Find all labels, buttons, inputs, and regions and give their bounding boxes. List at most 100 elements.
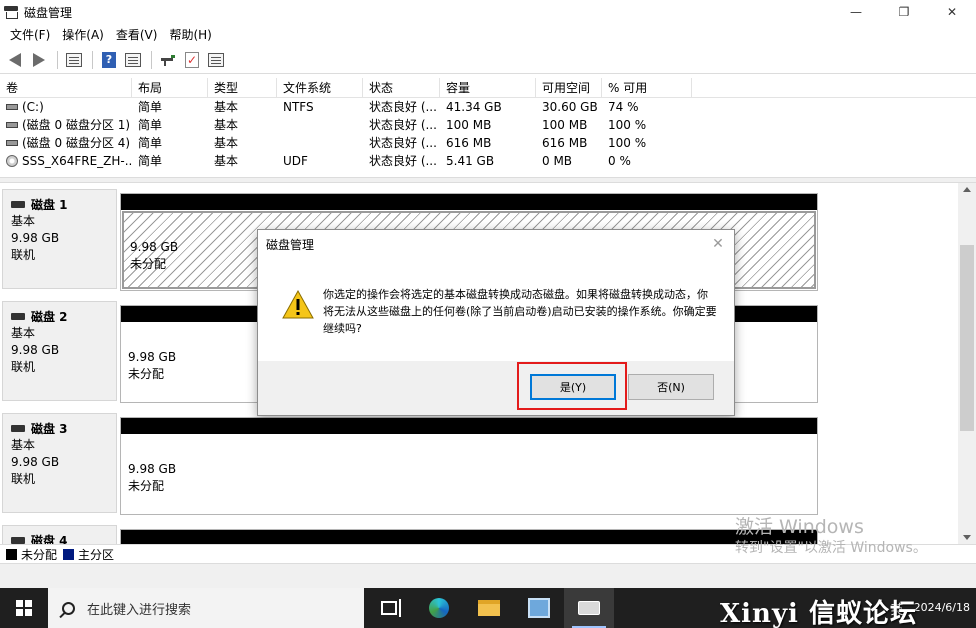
column-header-free[interactable]: 可用空间	[536, 78, 602, 97]
disk-label[interactable]: 磁盘 4	[2, 525, 117, 544]
start-button[interactable]	[0, 588, 48, 628]
clock[interactable]: 2024/6/18	[914, 601, 970, 615]
partition-header-bar	[121, 194, 817, 210]
close-button[interactable]: ✕	[928, 0, 976, 24]
partition-state: 未分配	[128, 479, 165, 493]
column-header-capacity[interactable]: 容量	[440, 78, 536, 97]
scrollbar-thumb[interactable]	[960, 245, 974, 431]
scroll-up-icon[interactable]	[963, 187, 971, 192]
search-icon	[62, 601, 75, 615]
disk-name: 磁盘 3	[31, 421, 68, 436]
properties-icon[interactable]	[63, 49, 85, 71]
menu-bar: 文件(F) 操作(A) 查看(V) 帮助(H)	[0, 24, 976, 46]
table-row[interactable]: (磁盘 0 磁盘分区 1) 简单 基本 状态良好 (... 100 MB 100…	[0, 116, 976, 134]
disk-label[interactable]: 磁盘 1 基本 9.98 GB 联机	[2, 189, 117, 289]
volume-list-header: 卷 布局 类型 文件系统 状态 容量 可用空间 % 可用	[0, 78, 976, 98]
edge-button[interactable]	[414, 588, 464, 628]
volume-percent-free: 74 %	[608, 100, 639, 114]
menu-view[interactable]: 查看(V)	[110, 24, 164, 46]
menu-help[interactable]: 帮助(H)	[163, 24, 217, 46]
disk-size: 9.98 GB	[11, 455, 60, 469]
toolbar-separator	[151, 50, 152, 69]
activation-watermark: 激活 Windows 转到"设置"以激活 Windows。	[735, 515, 927, 557]
column-header-percent-free[interactable]: % 可用	[602, 78, 692, 97]
minimize-button[interactable]: —	[832, 0, 880, 24]
column-header-volume[interactable]: 卷	[0, 78, 132, 97]
legend-swatch-unallocated	[6, 548, 17, 560]
task-view-button[interactable]	[364, 588, 414, 628]
volume-free: 616 MB	[542, 136, 588, 150]
clock-date: 2024/6/18	[913, 601, 970, 614]
disk-icon	[6, 140, 18, 146]
disk-management-taskbar-button[interactable]	[564, 588, 614, 628]
cd-icon	[6, 155, 18, 167]
title-bar: 磁盘管理 — ❐ ✕	[0, 0, 976, 24]
dialog-message: 你选定的操作会将选定的基本磁盘转换成动态磁盘。如果将磁盘转换成动态，你将无法从这…	[323, 288, 717, 335]
volume-layout: 简单	[138, 118, 163, 132]
disk-name: 磁盘 4	[31, 533, 68, 545]
dialog-footer: 是(Y) 否(N)	[258, 361, 734, 415]
column-header-filesystem[interactable]: 文件系统	[277, 78, 363, 97]
check-icon[interactable]: ✓	[181, 49, 203, 71]
volume-name: (磁盘 0 磁盘分区 1)	[22, 118, 131, 132]
table-row[interactable]: (C:) 简单 基本 NTFS 状态良好 (... 41.34 GB 30.60…	[0, 98, 976, 116]
back-icon[interactable]	[4, 49, 26, 71]
menu-action[interactable]: 操作(A)	[56, 24, 110, 46]
forward-icon[interactable]	[28, 49, 50, 71]
volume-list: 卷 布局 类型 文件系统 状态 容量 可用空间 % 可用 (C:) 简单 基本 …	[0, 78, 976, 174]
disk-label[interactable]: 磁盘 3 基本 9.98 GB 联机	[2, 413, 117, 513]
file-explorer-button[interactable]	[464, 588, 514, 628]
volume-type: 基本	[214, 118, 239, 132]
volume-layout: 简单	[138, 100, 163, 114]
menu-file[interactable]: 文件(F)	[4, 24, 56, 46]
convert-dynamic-dialog: 磁盘管理 ✕ 你选定的操作会将选定的基本磁盘转换成动态磁盘。如果将磁盘转换成动态…	[257, 229, 735, 416]
help-icon[interactable]: ?	[98, 49, 120, 71]
disk-icon	[11, 312, 25, 320]
legend-label-primary: 主分区	[78, 547, 115, 562]
disk-management-icon	[3, 5, 19, 19]
volume-capacity: 41.34 GB	[446, 100, 502, 114]
view-icon[interactable]	[122, 49, 144, 71]
unallocated-partition[interactable]	[120, 529, 818, 544]
warning-icon	[282, 290, 314, 319]
volume-percent-free: 100 %	[608, 118, 647, 132]
dialog-title-bar: 磁盘管理 ✕	[258, 230, 734, 258]
column-header-type[interactable]: 类型	[208, 78, 277, 97]
disk-name: 磁盘 2	[31, 309, 68, 324]
disk-name: 磁盘 1	[31, 197, 68, 212]
server-manager-button[interactable]	[514, 588, 564, 628]
taskbar-search[interactable]: 在此键入进行搜索	[48, 588, 364, 628]
volume-capacity: 100 MB	[446, 118, 492, 132]
disk-icon	[11, 424, 25, 432]
table-row[interactable]: (磁盘 0 磁盘分区 4) 简单 基本 状态良好 (... 616 MB 616…	[0, 134, 976, 152]
disk-map-scrollbar[interactable]	[958, 183, 976, 544]
activation-title: 激活 Windows	[735, 516, 864, 538]
column-header-status[interactable]: 状态	[363, 78, 440, 97]
unallocated-partition[interactable]: 9.98 GB 未分配	[120, 417, 818, 515]
volume-filesystem	[277, 116, 363, 134]
settings-icon[interactable]	[205, 49, 227, 71]
legend-label-unallocated: 未分配	[21, 547, 58, 562]
dialog-close-button[interactable]: ✕	[708, 234, 728, 254]
scroll-down-icon[interactable]	[963, 535, 971, 540]
server-manager-icon	[528, 598, 550, 618]
task-view-icon	[381, 599, 401, 617]
connect-icon[interactable]	[157, 49, 179, 71]
no-button[interactable]: 否(N)	[628, 374, 714, 400]
disk-label[interactable]: 磁盘 2 基本 9.98 GB 联机	[2, 301, 117, 401]
disk-kind: 基本	[11, 326, 36, 340]
restore-button[interactable]: ❐	[880, 0, 928, 24]
partition-header-bar	[121, 418, 817, 434]
disk-size: 9.98 GB	[11, 231, 60, 245]
disk-icon	[11, 536, 25, 544]
volume-capacity: 616 MB	[446, 136, 492, 150]
table-row[interactable]: SSS_X64FRE_ZH-... 简单 基本 UDF 状态良好 (... 5.…	[0, 152, 976, 170]
folder-icon	[478, 600, 500, 616]
volume-filesystem: NTFS	[283, 100, 314, 114]
disk-state: 联机	[11, 360, 36, 374]
volume-layout: 简单	[138, 154, 163, 168]
forum-watermark: Xinyi 信蚁论坛	[720, 599, 917, 628]
activation-hint: 转到"设置"以激活 Windows。	[735, 540, 927, 556]
column-header-layout[interactable]: 布局	[132, 78, 208, 97]
disk-kind: 基本	[11, 214, 36, 228]
